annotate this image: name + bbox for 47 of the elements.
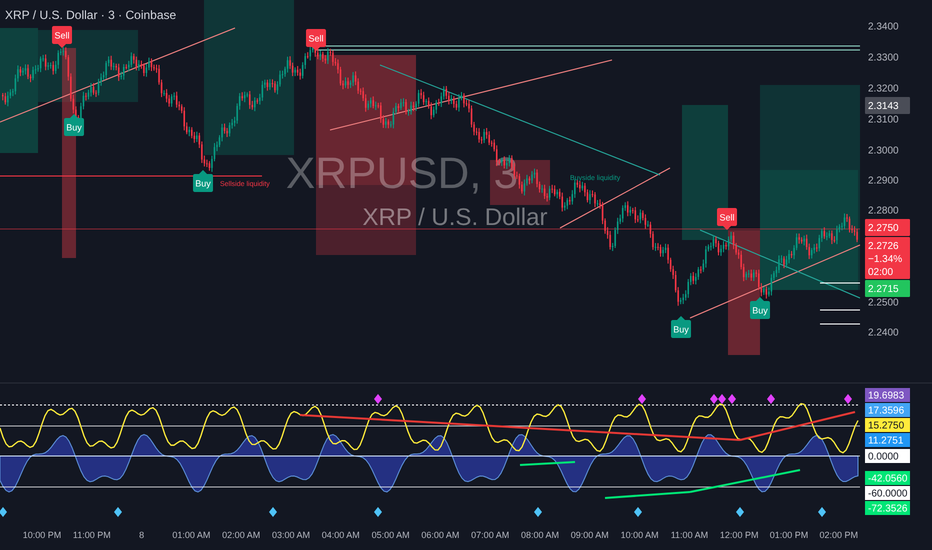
price-tag: 2.2715 [865,280,910,297]
time-axis-label: 02:00 PM [820,530,858,540]
buy-signal-label: Buy [671,316,691,338]
price-tag: 2.2726 −1.34% 02:00 [865,237,910,279]
price-axis-label: 2.3400 [868,22,899,32]
time-axis-label: 8 [139,530,144,540]
time-axis-label: 08:00 AM [520,530,560,540]
time-axis-label: 10:00 AM [620,530,659,540]
time-axis-label: 01:00 PM [770,530,808,540]
price-axis-label: 2.2800 [868,206,899,216]
time-axis-label: 06:00 AM [421,530,460,540]
time-axis-label: 01:00 AM [172,530,210,540]
price-tag: 2.2750 [865,219,910,236]
buy-signal-label: Buy [64,114,84,136]
price-tag: 2.3143 [865,97,910,114]
indicator-value-tag: -72.3526 [865,501,910,515]
price-axis-label: 2.3200 [868,84,899,94]
indicator-value-tag: 19.6983 [865,388,910,402]
time-axis-label: 07:00 AM [471,530,510,540]
sell-signal-label: Sell [306,29,326,51]
price-axis-label: 2.3100 [868,114,899,126]
watermark-name: XRP / U.S. Dollar [362,204,548,231]
time-axis-label: 09:00 AM [570,530,609,540]
sell-signal-label: Sell [52,26,72,48]
indicator-value-tag: 17.3596 [865,403,910,417]
price-axis-label: 2.2400 [868,328,899,338]
chart-title: XRP / U.S. Dollar · 3 · Coinbase [5,8,176,22]
indicator-value-tag: 15.2750 [865,418,910,432]
price-axis-label: 2.2500 [868,298,899,308]
sell-signal-label: Sell [717,208,737,230]
time-axis-label: 03:00 AM [272,530,310,540]
indicator-value-tag: -60.0000 [865,486,910,500]
time-axis-label: 02:00 AM [222,530,260,540]
indicator-value-tag: -42.0560 [865,471,910,485]
time-axis-label: 12:00 PM [720,530,758,540]
time-axis-label: 04:00 AM [322,530,360,540]
time-axis-label: 11:00 AM [670,530,708,540]
indicator-value-tag: 0.0000 [865,449,910,463]
buy-signal-label: Buy [193,170,213,192]
price-axis-label: 2.2900 [868,176,899,186]
price-axis-label: 2.3000 [868,146,899,156]
time-axis-label: 10:00 PM [22,530,62,540]
time-axis-label: 11:00 PM [72,530,111,540]
indicator-value-tag: 11.2751 [865,433,910,447]
buy-signal-label: Buy [750,297,770,319]
time-axis-label: 05:00 AM [372,530,410,540]
price-axis-label: 2.3300 [868,52,899,64]
